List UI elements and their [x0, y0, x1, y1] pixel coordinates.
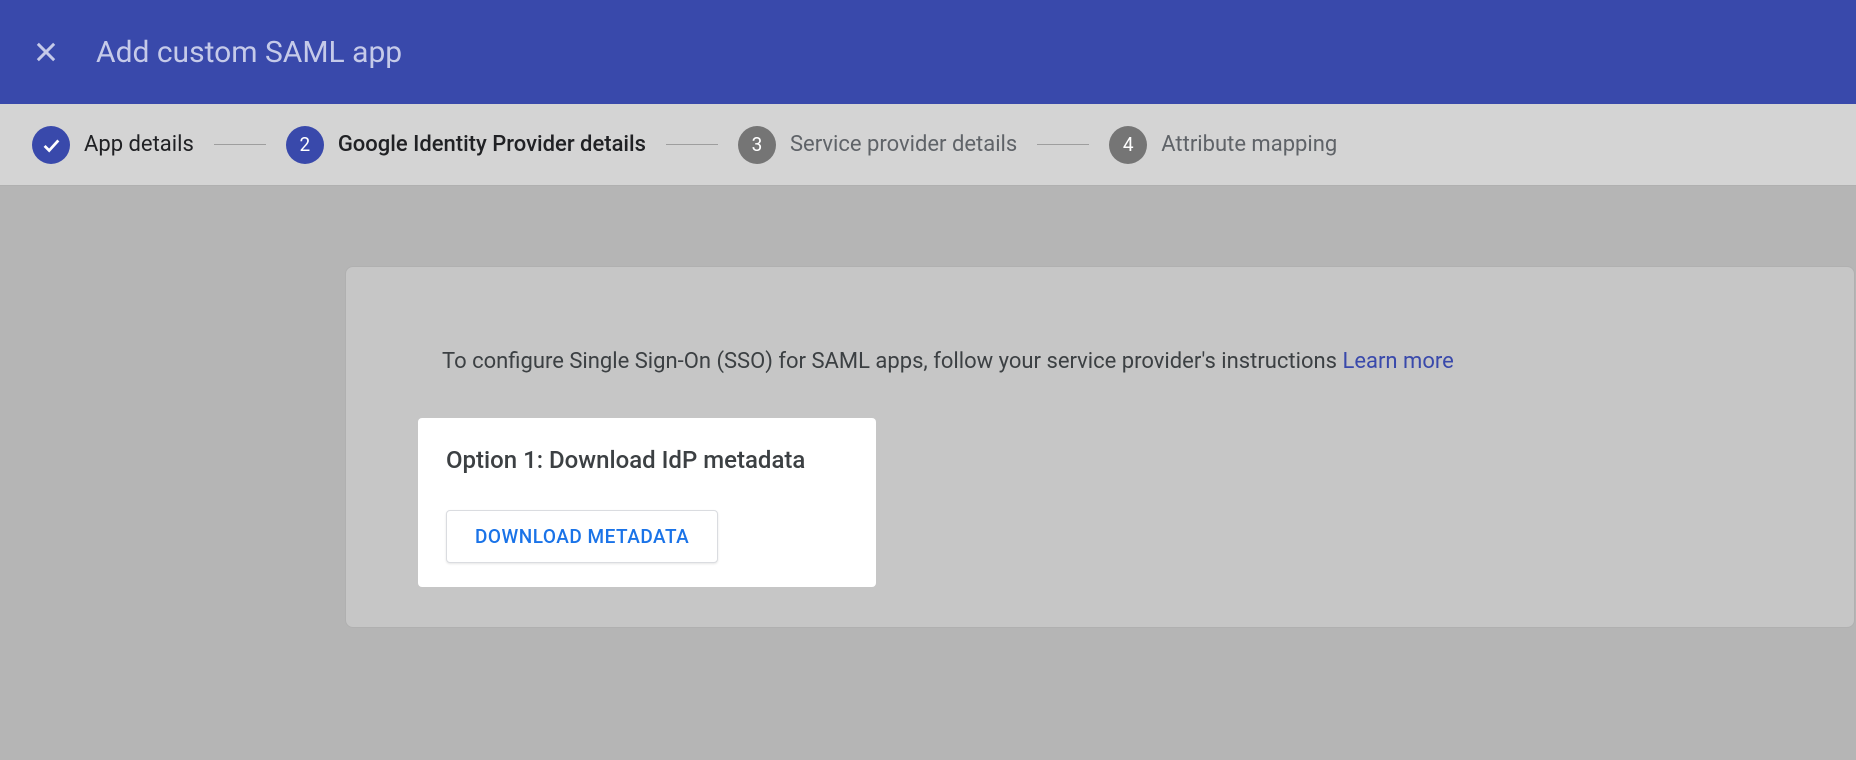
step-number: 3	[738, 126, 776, 164]
step-attribute-mapping[interactable]: 4 Attribute mapping	[1109, 126, 1337, 164]
download-metadata-button[interactable]: DOWNLOAD METADATA	[446, 510, 718, 563]
stepper: App details 2 Google Identity Provider d…	[0, 104, 1856, 186]
step-connector	[666, 144, 718, 145]
check-icon	[32, 126, 70, 164]
content-area: To configure Single Sign-On (SSO) for SA…	[0, 186, 1856, 628]
intro-body: To configure Single Sign-On (SSO) for SA…	[442, 349, 1342, 374]
step-label: Attribute mapping	[1161, 132, 1337, 157]
close-icon[interactable]	[32, 38, 60, 66]
step-sp-details[interactable]: 3 Service provider details	[738, 126, 1017, 164]
step-label: Google Identity Provider details	[338, 132, 646, 157]
step-idp-details[interactable]: 2 Google Identity Provider details	[286, 126, 646, 164]
dialog-header: Add custom SAML app	[0, 0, 1856, 104]
step-connector	[214, 144, 266, 145]
step-number: 4	[1109, 126, 1147, 164]
step-number: 2	[286, 126, 324, 164]
option-1-box: Option 1: Download IdP metadata DOWNLOAD…	[418, 418, 876, 587]
option-1-title: Option 1: Download IdP metadata	[446, 446, 848, 474]
learn-more-link[interactable]: Learn more	[1342, 349, 1453, 374]
step-connector	[1037, 144, 1089, 145]
step-label: App details	[84, 132, 194, 157]
idp-details-card: To configure Single Sign-On (SSO) for SA…	[345, 266, 1855, 628]
step-label: Service provider details	[790, 132, 1017, 157]
intro-text: To configure Single Sign-On (SSO) for SA…	[442, 347, 1758, 378]
step-app-details[interactable]: App details	[32, 126, 194, 164]
dialog-title: Add custom SAML app	[96, 35, 402, 70]
